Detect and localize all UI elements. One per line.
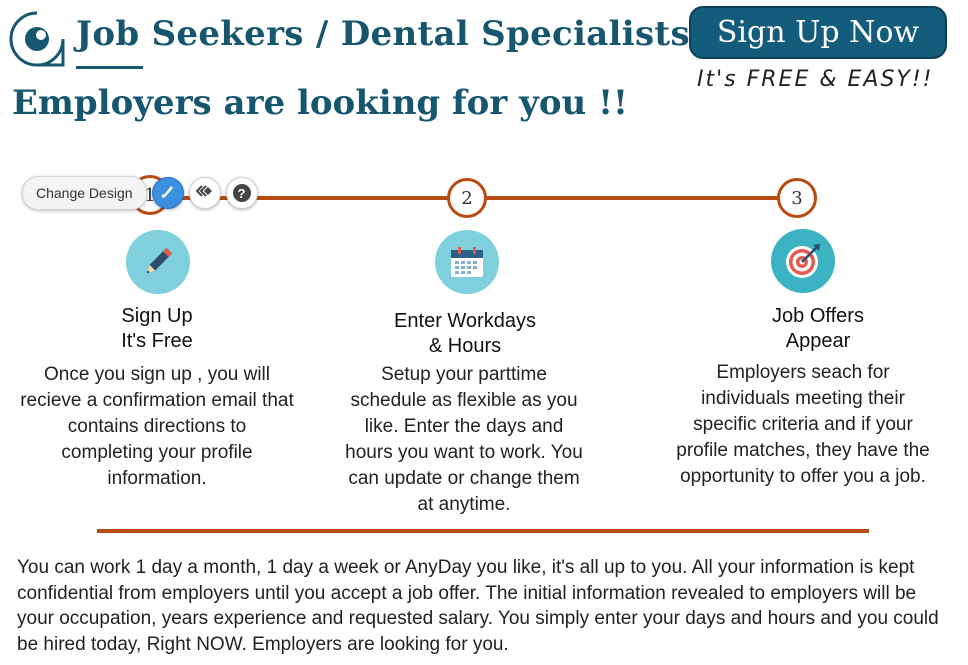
brush-icon [160, 183, 176, 204]
pencil-icon [126, 230, 190, 294]
step-2-title-line2: & Hours [428, 335, 502, 357]
step-1-title: Sign Up It's Free [57, 304, 257, 354]
step-number-3: 3 [777, 178, 817, 218]
target-icon [771, 229, 835, 293]
step-1-title-line1: Sign Up [121, 305, 193, 327]
navigate-button[interactable] [188, 177, 221, 209]
sign-up-now-button[interactable]: Sign Up Now [689, 6, 947, 59]
help-icon: ? [232, 184, 251, 202]
help-button[interactable]: ? [225, 177, 258, 209]
step-2-title: Enter Workdays & Hours [352, 309, 578, 359]
brand-logo-icon [8, 10, 66, 68]
step-2-title-line1: Enter Workdays [394, 310, 536, 332]
step-3-title-line2: Appear [785, 330, 851, 352]
calendar-icon [435, 230, 499, 294]
step-1-description: Once you sign up , you will recieve a co… [20, 364, 294, 489]
title-underline [76, 66, 143, 69]
editor-toolbar: Change Design ? [22, 176, 258, 210]
step-3-title-line1: Job Offers [772, 305, 864, 327]
brush-edit-button[interactable] [151, 177, 184, 209]
page-title: Job Seekers / Dental Specialists [76, 14, 690, 54]
info-paragraph: You can work 1 day a month, 1 day a week… [17, 557, 939, 655]
step-3-title: Job Offers Appear [718, 304, 918, 354]
step-1-title-line2: It's Free [121, 330, 193, 352]
section-divider [97, 529, 869, 533]
change-design-button[interactable]: Change Design [22, 176, 147, 210]
step-2-description: Setup your parttime schedule as flexible… [345, 364, 583, 515]
step-3-description: Employers seach for individuals meeting … [676, 362, 930, 487]
page-headline: Employers are looking for you !! [12, 83, 628, 123]
step-number-2: 2 [447, 178, 487, 218]
free-easy-note: It's FREE & EASY!! [697, 67, 934, 92]
double-chevron-left-icon [195, 184, 214, 203]
